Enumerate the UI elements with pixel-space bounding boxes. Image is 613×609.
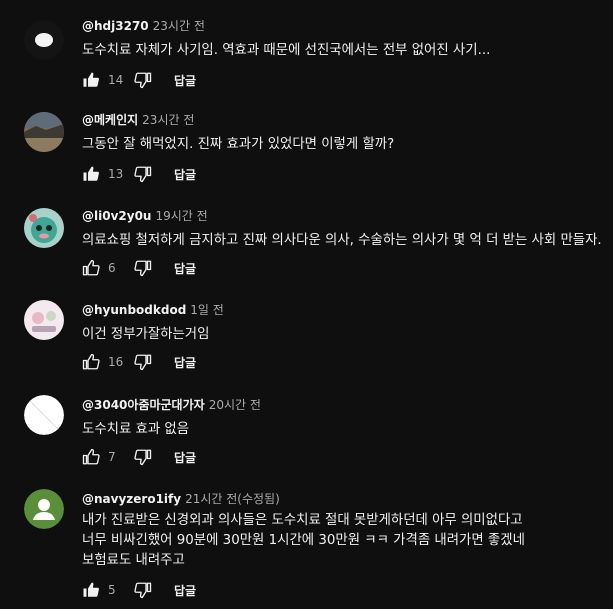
like-count: 16 bbox=[108, 355, 124, 369]
thumbs-down-icon[interactable] bbox=[134, 353, 152, 371]
avatar-icon bbox=[24, 208, 64, 248]
comment-timestamp[interactable]: 20시간 전 bbox=[209, 398, 261, 412]
thumbs-up-icon[interactable] bbox=[82, 71, 100, 89]
thumbs-down-icon[interactable] bbox=[134, 581, 152, 599]
thumbs-up-icon[interactable] bbox=[82, 259, 100, 277]
reply-button[interactable]: 답글 bbox=[174, 449, 196, 466]
reply-button[interactable]: 답글 bbox=[174, 72, 196, 89]
comment-text: 도수치료 효과 없음 bbox=[82, 422, 190, 437]
reply-button[interactable]: 답글 bbox=[174, 260, 196, 277]
comment-text: 이건 정부가잘하는거임 bbox=[82, 327, 210, 342]
avatar-icon bbox=[24, 395, 64, 435]
like-count: 7 bbox=[108, 450, 116, 464]
avatar[interactable] bbox=[24, 112, 64, 152]
comment-text: 그동안 잘 해먹었지. 진짜 효과가 있었다면 이렇게 할까? bbox=[82, 137, 395, 152]
like-count: 6 bbox=[108, 261, 116, 275]
reply-button[interactable]: 답글 bbox=[174, 166, 196, 183]
avatar-icon bbox=[24, 300, 64, 340]
avatar[interactable] bbox=[24, 489, 64, 529]
comment-timestamp[interactable]: 23시간 전 bbox=[142, 113, 194, 127]
thumbs-down-icon[interactable] bbox=[134, 71, 152, 89]
avatar[interactable] bbox=[24, 20, 64, 60]
comment-author[interactable]: @navyzero1ify bbox=[82, 492, 181, 506]
thumbs-up-icon[interactable] bbox=[82, 448, 100, 466]
comment-author[interactable]: @li0v2y0u bbox=[82, 209, 151, 223]
thumbs-up-icon[interactable] bbox=[82, 165, 100, 183]
comment-text: 도수치료 자체가 사기임. 역효과 때문에 선진국에서는 전부 없어진 사기..… bbox=[82, 43, 491, 58]
thumbs-up-icon[interactable] bbox=[82, 353, 100, 371]
avatar[interactable] bbox=[24, 300, 64, 340]
avatar[interactable] bbox=[24, 395, 64, 435]
comment-timestamp[interactable]: 1일 전 bbox=[190, 303, 224, 317]
comment-text: 내가 진료받은 신경외과 의사들은 도수치료 절대 못받게하던데 아무 의미없다… bbox=[82, 513, 525, 568]
like-count: 14 bbox=[108, 73, 124, 87]
like-count: 5 bbox=[108, 583, 116, 597]
thumbs-down-icon[interactable] bbox=[134, 165, 152, 183]
comment-timestamp[interactable]: 19시간 전 bbox=[155, 209, 207, 223]
comment-author[interactable]: @메케인지 bbox=[82, 113, 138, 127]
reply-button[interactable]: 답글 bbox=[174, 354, 196, 371]
avatar[interactable] bbox=[24, 208, 64, 248]
comment-timestamp[interactable]: 23시간 전 bbox=[153, 19, 205, 33]
thumbs-down-icon[interactable] bbox=[134, 259, 152, 277]
comment-author[interactable]: @3040아줌마군대가자 bbox=[82, 398, 205, 412]
comment-text: 의료쇼핑 철저하게 금지하고 진짜 의사다운 의사, 수술하는 의사가 몇 억 … bbox=[82, 233, 602, 248]
comment-author[interactable]: @hdj3270 bbox=[82, 19, 149, 33]
avatar-icon bbox=[24, 20, 64, 60]
thumbs-down-icon[interactable] bbox=[134, 448, 152, 466]
reply-button[interactable]: 답글 bbox=[174, 582, 196, 599]
avatar-icon bbox=[24, 112, 64, 152]
like-count: 13 bbox=[108, 167, 124, 181]
comment-timestamp[interactable]: 21시간 전(수정됨) bbox=[185, 492, 280, 506]
thumbs-up-icon[interactable] bbox=[82, 581, 100, 599]
comment-author[interactable]: @hyunbodkdod bbox=[82, 303, 186, 317]
default-user-icon bbox=[24, 489, 64, 529]
